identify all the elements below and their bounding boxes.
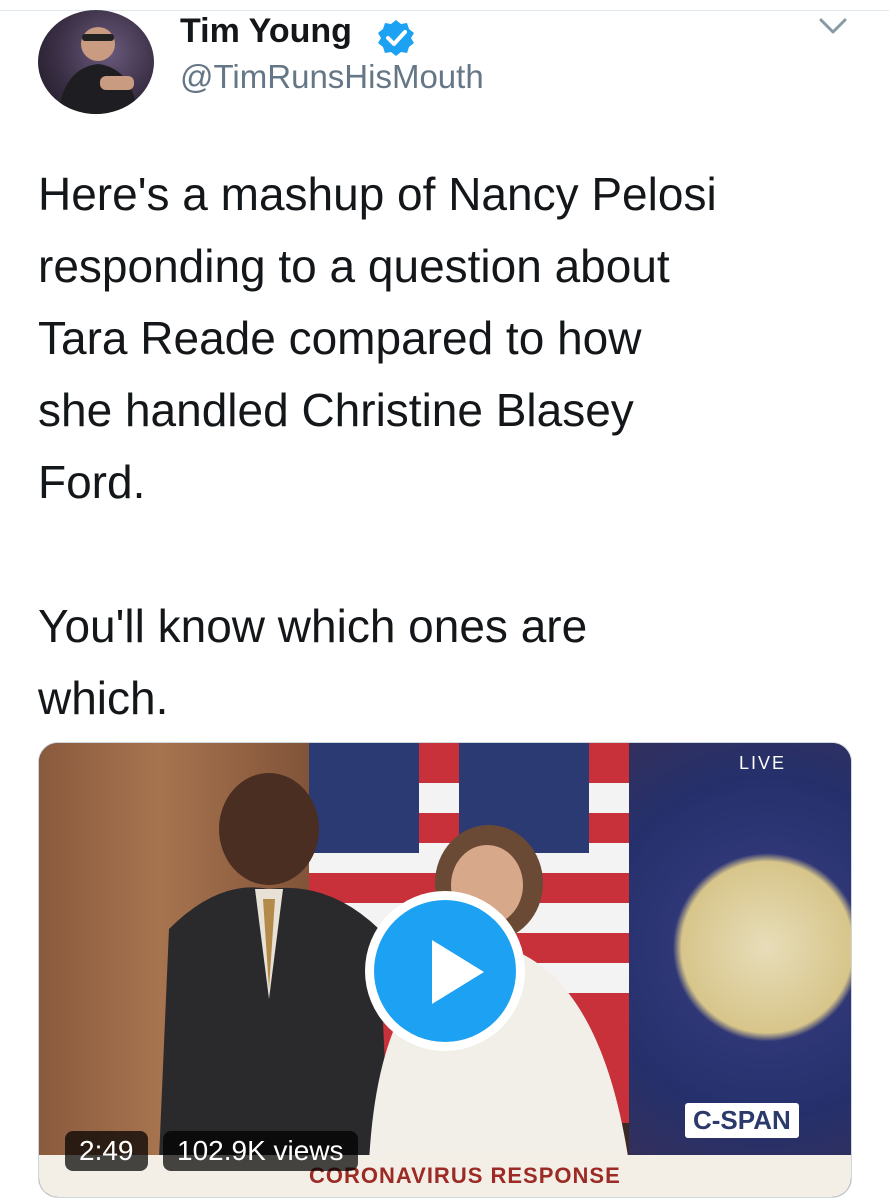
author-handle[interactable]: @TimRunsHisMouth — [180, 58, 484, 96]
verified-badge-icon — [378, 20, 414, 56]
play-button-circle — [374, 900, 516, 1042]
author-name[interactable]: Tim Young — [180, 12, 352, 51]
top-divider — [0, 10, 889, 11]
tweet-text: Here's a mashup of Nancy Pelosi respondi… — [38, 158, 868, 734]
video-player[interactable]: LIVE C-SPAN CORONAVIRUS RESPONSE 2:49 10… — [38, 742, 852, 1198]
avatar[interactable] — [38, 10, 154, 114]
video-view-count: 102.9K views — [163, 1131, 358, 1171]
chevron-down-icon[interactable] — [818, 16, 848, 36]
tweet-paragraph-2: You'll know which ones are which. — [38, 600, 588, 724]
play-button[interactable] — [365, 891, 525, 1051]
play-icon — [432, 940, 484, 1004]
video-duration: 2:49 — [65, 1131, 148, 1171]
network-logo: C-SPAN — [685, 1103, 799, 1138]
tweet-paragraph-1: Here's a mashup of Nancy Pelosi respondi… — [38, 168, 717, 508]
live-label: LIVE — [739, 753, 787, 773]
